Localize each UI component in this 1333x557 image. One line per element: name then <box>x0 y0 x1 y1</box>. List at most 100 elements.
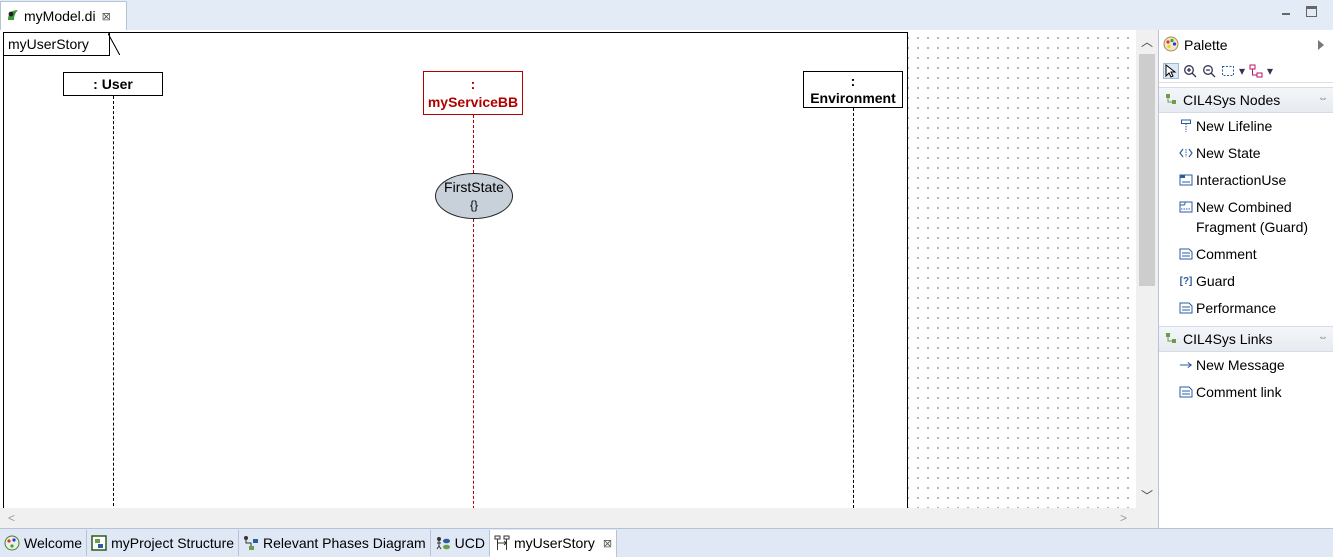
drawer-icon <box>1165 331 1177 347</box>
lifeline-environment-head[interactable]: : Environment <box>803 71 903 108</box>
drawer-label: CIL4Sys Links <box>1183 331 1273 347</box>
lifeline-myservicebb-head[interactable]: : myServiceBB <box>423 71 523 115</box>
scroll-down-icon[interactable]: ﹀ <box>1141 490 1153 502</box>
lifeline-icon <box>1179 119 1193 133</box>
editor-tab-bar: myModel.di ⊠ <box>0 0 1333 31</box>
zoom-in-icon[interactable] <box>1182 63 1198 79</box>
palette-item-new-combined-fragment[interactable]: New Combined Fragment (Guard) <box>1159 194 1333 241</box>
minimize-icon[interactable] <box>1280 6 1292 18</box>
scrollbar-thumb[interactable] <box>1139 54 1155 286</box>
palette-item-label: New Message <box>1196 357 1285 373</box>
pin-icon[interactable]: ⇔ <box>1318 332 1328 343</box>
vertical-scrollbar[interactable]: ︿ ﹀ <box>1136 30 1158 508</box>
tab-relevant-phases-diagram[interactable]: Relevant Phases Diagram <box>239 530 431 556</box>
palette-icon <box>1163 36 1179 55</box>
structure-icon <box>91 535 107 551</box>
frame-title: myUserStory <box>4 33 110 56</box>
marquee-icon[interactable] <box>1220 63 1236 79</box>
palette-item-performance[interactable]: Performance <box>1159 295 1333 322</box>
state-icon <box>1179 146 1193 160</box>
lifeline-environment-prefix: : <box>850 73 856 89</box>
lifeline-environment-label: Environment <box>810 90 896 106</box>
palette-item-new-state[interactable]: New State <box>1159 140 1333 167</box>
lifeline-environment-line[interactable] <box>853 108 854 508</box>
palette-item-label: New Combined Fragment (Guard) <box>1196 199 1309 235</box>
window-controls <box>1280 6 1317 18</box>
dropdown-icon[interactable]: ▾ <box>1267 63 1273 79</box>
lifeline-myservicebb-label: myServiceBB <box>427 94 519 110</box>
close-icon[interactable]: ⊠ <box>603 537 612 550</box>
maximize-icon[interactable] <box>1306 6 1317 17</box>
scroll-left-icon[interactable]: < <box>8 511 15 525</box>
palette-item-label: New State <box>1196 145 1261 161</box>
tab-ucd[interactable]: UCD <box>431 530 491 556</box>
connection-icon[interactable] <box>1248 63 1264 79</box>
tab-label: Welcome <box>24 535 83 551</box>
tab-label: UCD <box>454 535 486 551</box>
dropdown-icon[interactable]: ▾ <box>1239 63 1245 79</box>
close-icon[interactable]: ⊠ <box>102 10 111 23</box>
palette-panel: Palette ▾ ▾ CIL4Sys Nodes ⇔ New Lifeline… <box>1158 30 1333 528</box>
horizontal-scrollbar[interactable]: < > <box>0 508 1136 528</box>
editor-tab-label: myModel.di <box>24 8 96 24</box>
palette-item-comment-link[interactable]: Comment link <box>1159 379 1333 406</box>
state-body: {} <box>469 198 478 212</box>
lifeline-user-line[interactable] <box>113 96 114 508</box>
sequence-icon <box>494 535 510 551</box>
phases-icon <box>243 535 259 551</box>
frame-tab-corner <box>108 33 120 55</box>
comment-icon <box>1179 247 1193 261</box>
scroll-right-icon[interactable]: > <box>1120 511 1127 525</box>
drawer-icon <box>1165 92 1177 108</box>
scroll-up-icon[interactable]: ︿ <box>1141 36 1153 48</box>
ucd-icon <box>435 535 451 551</box>
palette-item-label: Performance <box>1196 300 1277 316</box>
palette-item-label: Comment <box>1196 246 1257 262</box>
drawer-label: CIL4Sys Nodes <box>1183 92 1281 108</box>
palette-item-guard[interactable]: [?] Guard <box>1159 268 1333 295</box>
tab-label: myUserStory <box>514 535 595 551</box>
diagram-canvas[interactable]: myUserStory : User : myServiceBB FirstSt… <box>0 30 1136 508</box>
combined-fragment-icon <box>1179 200 1193 214</box>
palette-item-interactionuse[interactable]: InteractionUse <box>1159 167 1333 194</box>
palette-toolbar: ▾ ▾ <box>1159 60 1333 83</box>
lifeline-user-label: : User <box>93 76 133 92</box>
interaction-frame[interactable]: myUserStory : User : myServiceBB FirstSt… <box>3 32 908 508</box>
palette-header[interactable]: Palette <box>1159 30 1333 60</box>
pin-icon[interactable]: ⇔ <box>1318 93 1328 104</box>
tab-myproject-structure[interactable]: myProject Structure <box>87 530 240 556</box>
state-invariant-firststate[interactable]: FirstState {} <box>435 173 513 219</box>
guard-icon: [?] <box>1179 275 1193 287</box>
tab-myuserstory[interactable]: myUserStory ⊠ <box>490 529 618 557</box>
welcome-icon <box>4 535 20 551</box>
palette-item-label: InteractionUse <box>1196 172 1287 188</box>
drawer-cil4sys-nodes[interactable]: CIL4Sys Nodes ⇔ <box>1159 87 1333 113</box>
performance-icon <box>1179 301 1193 315</box>
lifeline-user-head[interactable]: : User <box>63 72 163 96</box>
palette-item-new-message[interactable]: New Message <box>1159 352 1333 379</box>
comment-link-icon <box>1179 385 1193 399</box>
lifeline-myservicebb-line-top[interactable] <box>473 115 474 173</box>
editor-tab-mymodel[interactable]: myModel.di ⊠ <box>0 1 127 30</box>
palette-item-label: New Lifeline <box>1196 118 1273 134</box>
palette-item-label: Guard <box>1196 273 1235 289</box>
palette-collapse-icon[interactable] <box>1318 40 1324 50</box>
tab-label: Relevant Phases Diagram <box>263 535 426 551</box>
drawer-cil4sys-links[interactable]: CIL4Sys Links ⇔ <box>1159 326 1333 352</box>
lifeline-myservicebb-line-bottom[interactable] <box>473 219 474 508</box>
tab-welcome[interactable]: Welcome <box>0 530 88 556</box>
select-arrow-icon[interactable] <box>1163 63 1179 79</box>
state-name: FirstState <box>444 179 504 195</box>
papyrus-model-icon <box>6 8 20 25</box>
lifeline-myservicebb-prefix: : <box>470 76 476 92</box>
palette-item-comment[interactable]: Comment <box>1159 241 1333 268</box>
tab-label: myProject Structure <box>111 535 235 551</box>
zoom-out-icon[interactable] <box>1201 63 1217 79</box>
scrollbar-corner <box>1136 508 1158 528</box>
interaction-use-icon <box>1179 173 1193 187</box>
message-arrow-icon <box>1179 358 1193 372</box>
palette-title: Palette <box>1184 37 1228 53</box>
palette-item-new-lifeline[interactable]: New Lifeline <box>1159 113 1333 140</box>
diagram-tab-bar: Welcome myProject Structure Relevant Pha… <box>0 528 1333 557</box>
palette-item-label: Comment link <box>1196 384 1282 400</box>
